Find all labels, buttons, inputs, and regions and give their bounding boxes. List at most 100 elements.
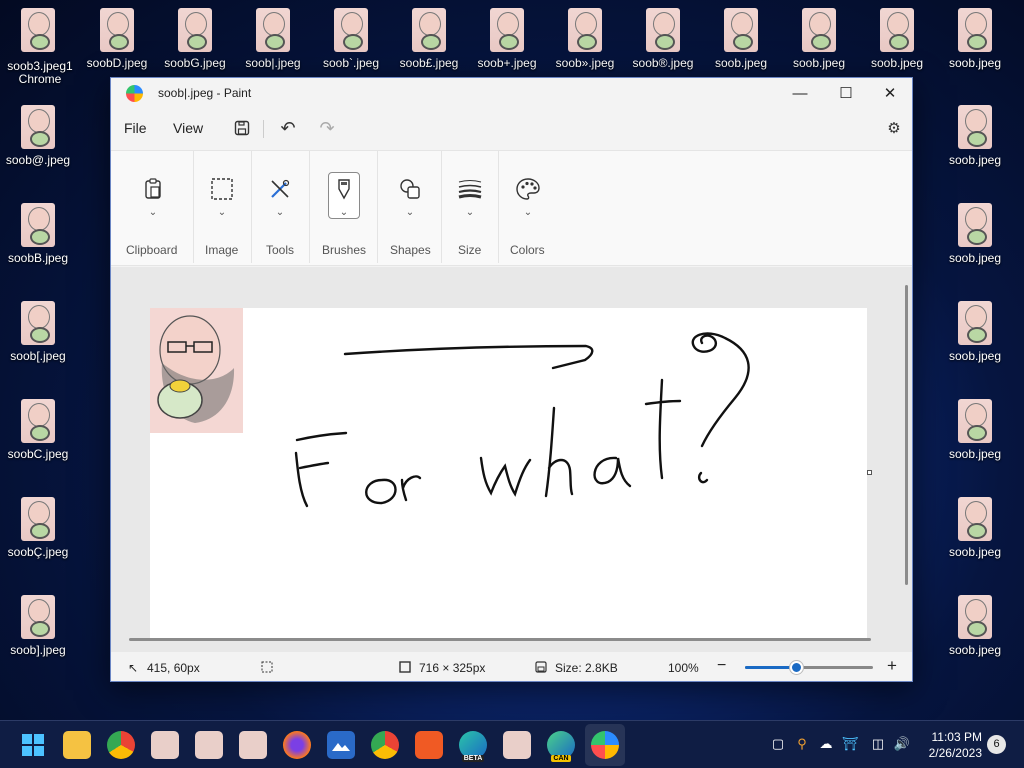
image-thumbnail-icon xyxy=(958,595,992,639)
desktop-file-icon[interactable]: soob».jpeg xyxy=(547,8,623,70)
image-thumbnail-icon xyxy=(21,497,55,541)
desktop-file-icon[interactable]: soobÇ.jpeg xyxy=(0,497,76,559)
close-button[interactable]: ✕ xyxy=(867,78,913,108)
image-thumbnail-icon xyxy=(724,8,758,52)
start-icon[interactable] xyxy=(19,731,47,759)
desktop-file-icon[interactable]: soob£.jpeg xyxy=(391,8,467,70)
chrome-icon[interactable] xyxy=(107,731,135,759)
desktop-overlay-label: soob3.jpeg1 Chrome xyxy=(7,59,73,86)
file-explorer-icon[interactable] xyxy=(63,731,91,759)
group-label: Tools xyxy=(266,243,295,257)
status-bar: ↖ 415, 60px 716 × 325px Size: 2.8KB 100%… xyxy=(111,653,912,681)
desktop-file-icon[interactable]: soob®.jpeg xyxy=(625,8,701,70)
image-thumbnail-icon xyxy=(880,8,914,52)
image-thumbnail-icon xyxy=(958,203,992,247)
desktop-file-icon[interactable]: soob.jpeg xyxy=(937,203,1013,265)
redo-icon[interactable]: ↷ xyxy=(315,116,339,140)
group-image[interactable]: ⌄ Image xyxy=(194,151,251,267)
desktop-file-icon[interactable]: soob+.jpeg xyxy=(469,8,545,70)
window-title: soob|.jpeg - Paint xyxy=(158,86,252,100)
soob-image-icon[interactable] xyxy=(195,731,223,759)
group-label: Size xyxy=(458,243,482,257)
zoom-slider[interactable] xyxy=(745,661,873,674)
group-tools[interactable]: ⌄ Tools xyxy=(252,151,309,267)
security-icon[interactable]: ⛩ xyxy=(841,735,859,753)
desktop-file-icon[interactable]: soob.jpeg xyxy=(937,595,1013,657)
cursor-position: 415, 60px xyxy=(147,661,200,675)
group-label: Image xyxy=(205,243,239,257)
group-colors[interactable]: ⌄ Colors xyxy=(499,151,559,267)
desktop-file-icon[interactable]: soob@.jpeg xyxy=(0,105,76,167)
desktop-file-label: soobÇ.jpeg xyxy=(7,545,69,559)
soob-image-icon[interactable] xyxy=(503,731,531,759)
minimize-button[interactable]: — xyxy=(777,78,823,108)
zoom-in-button[interactable]: + xyxy=(887,656,897,676)
photos-icon[interactable] xyxy=(327,731,355,759)
image-thumbnail-icon xyxy=(21,8,55,52)
paint-taskbar-icon[interactable] xyxy=(591,731,619,759)
save-icon[interactable] xyxy=(230,116,254,140)
desktop-file-icon[interactable]: soob.jpeg xyxy=(937,105,1013,167)
soob-image-icon[interactable] xyxy=(239,731,267,759)
undo-icon[interactable]: ↶ xyxy=(276,116,300,140)
chevron-down-icon: ⌄ xyxy=(148,207,158,218)
usb-icon[interactable]: ▢ xyxy=(769,735,787,753)
menu-divider xyxy=(263,120,264,138)
group-clipboard[interactable]: ⌄ Clipboard xyxy=(111,151,193,267)
chrome-icon[interactable] xyxy=(371,731,399,759)
desktop-file-label: soob[.jpeg xyxy=(10,349,66,363)
brave-icon[interactable] xyxy=(415,731,443,759)
desktop-file-icon[interactable]: soob`.jpeg xyxy=(313,8,389,70)
desktop-file-icon[interactable]: soob[.jpeg xyxy=(0,301,76,363)
edge-canary-icon[interactable]: CAN xyxy=(547,731,575,762)
desktop-file-icon[interactable]: soobC.jpeg xyxy=(0,399,76,461)
desktop-file-icon[interactable]: soob.jpeg xyxy=(937,399,1013,461)
group-size[interactable]: ⌄ Size xyxy=(442,151,498,267)
group-brushes[interactable]: ⌄ Brushes xyxy=(310,151,377,267)
menu-view[interactable]: View xyxy=(173,120,203,136)
onedrive-icon[interactable]: ☁ xyxy=(817,735,835,753)
shapes-icon xyxy=(394,173,426,205)
firefox-icon[interactable] xyxy=(283,731,311,759)
image-thumbnail-icon xyxy=(802,8,836,52)
network-icon[interactable]: ◫ xyxy=(869,735,887,753)
group-shapes[interactable]: ⌄ Shapes xyxy=(378,151,441,267)
edge-beta-icon[interactable]: BETA xyxy=(459,731,487,762)
horizontal-scrollbar[interactable] xyxy=(129,638,871,641)
time: 11:03 PM xyxy=(931,730,982,744)
settings-icon[interactable]: ⚙ xyxy=(882,116,906,140)
desktop-file-icon[interactable]: soob|.jpeg xyxy=(235,8,311,70)
desktop-file-label: soob+.jpeg xyxy=(477,56,537,70)
desktop-file-icon[interactable]: soob].jpeg xyxy=(0,595,76,657)
desktop-file-icon[interactable]: soobD.jpeg xyxy=(79,8,155,70)
drawing-canvas[interactable] xyxy=(150,308,867,638)
maximize-button[interactable]: ☐ xyxy=(823,78,869,108)
image-thumbnail-icon xyxy=(568,8,602,52)
menu-file[interactable]: File xyxy=(124,120,147,136)
desktop-file-label: soob.jpeg xyxy=(948,349,1002,363)
chevron-down-icon: ⌄ xyxy=(523,207,533,218)
search-icon[interactable]: ⚲ xyxy=(793,735,811,753)
file-size: Size: 2.8KB xyxy=(555,661,618,675)
notification-badge[interactable]: 6 xyxy=(987,735,1006,754)
desktop-file-icon[interactable]: soob.jpeg xyxy=(703,8,779,70)
desktop-file-icon[interactable]: soob.jpeg xyxy=(937,497,1013,559)
soob-image-icon[interactable] xyxy=(151,731,179,759)
canvas-workspace xyxy=(111,267,912,652)
clipboard-icon xyxy=(137,173,169,205)
desktop-file-icon[interactable]: soob.jpeg xyxy=(859,8,935,70)
zoom-out-button[interactable]: − xyxy=(717,657,726,675)
volume-icon[interactable]: 🔊 xyxy=(893,735,911,753)
desktop-file-icon[interactable]: soob.jpeg xyxy=(937,301,1013,363)
image-thumbnail-icon xyxy=(958,8,992,52)
desktop-file-icon[interactable]: soobB.jpeg xyxy=(0,203,76,265)
desktop-file-label: soob».jpeg xyxy=(555,56,615,70)
desktop-file-icon[interactable]: soob.jpeg xyxy=(937,8,1013,70)
vertical-scrollbar[interactable] xyxy=(905,285,908,585)
zoom-slider-fill xyxy=(745,666,797,669)
desktop-file-icon[interactable]: soobG.jpeg xyxy=(157,8,233,70)
resize-handle[interactable] xyxy=(867,470,872,475)
desktop-file-icon[interactable]: soob.jpeg xyxy=(781,8,857,70)
zoom-slider-thumb[interactable] xyxy=(790,661,804,674)
clock[interactable]: 11:03 PM 2/26/2023 xyxy=(912,729,982,761)
